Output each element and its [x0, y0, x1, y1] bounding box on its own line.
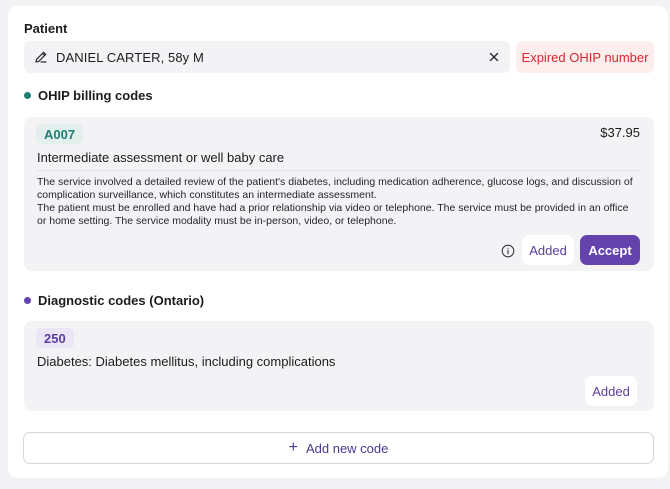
billing-description-line-1: The service involved a detailed review o… [37, 176, 633, 201]
add-new-code-label: Add new code [305, 440, 389, 456]
billing-codes-title: OHIP billing codes [38, 88, 153, 103]
plus-icon: + [288, 439, 298, 456]
clear-patient-icon[interactable] [488, 51, 500, 63]
info-icon[interactable] [501, 244, 515, 258]
diagnostic-status-dot [24, 297, 31, 304]
diagnostic-added-button[interactable]: Added [585, 376, 637, 406]
patient-field[interactable]: DANIEL CARTER, 58y M [24, 41, 510, 73]
patient-section-label: Patient [24, 21, 68, 36]
diagnostic-code-title: Diabetes: Diabetes mellitus, including c… [37, 354, 336, 369]
ohip-warning-badge: Expired OHIP number [516, 41, 654, 73]
billing-code-card: A007 $37.95 Intermediate assessment or w… [24, 117, 654, 271]
billing-price: $37.95 [600, 125, 640, 140]
diagnostic-code-chip: 250 [36, 328, 74, 348]
billing-code-title: Intermediate assessment or well baby car… [37, 150, 285, 165]
billing-description: The service involved a detailed review o… [37, 176, 640, 228]
billing-added-button[interactable]: Added [522, 235, 574, 265]
diagnostic-codes-title: Diagnostic codes (Ontario) [38, 293, 205, 308]
diagnostic-code-card: 250 Diabetes: Diabetes mellitus, includi… [24, 321, 654, 411]
card-divider [37, 170, 641, 171]
billing-status-dot [24, 92, 31, 99]
diagnostic-codes-heading: Diagnostic codes (Ontario) [24, 293, 204, 308]
billing-description-line-2: The patient must be enrolled and have ha… [37, 202, 629, 227]
accept-button[interactable]: Accept [580, 235, 640, 265]
pencil-icon[interactable] [34, 50, 48, 64]
patient-name: DANIEL CARTER, 58y M [56, 49, 204, 65]
billing-code-chip: A007 [36, 124, 84, 144]
add-new-code-button[interactable]: + Add new code [23, 432, 654, 464]
billing-codes-heading: OHIP billing codes [24, 88, 153, 103]
